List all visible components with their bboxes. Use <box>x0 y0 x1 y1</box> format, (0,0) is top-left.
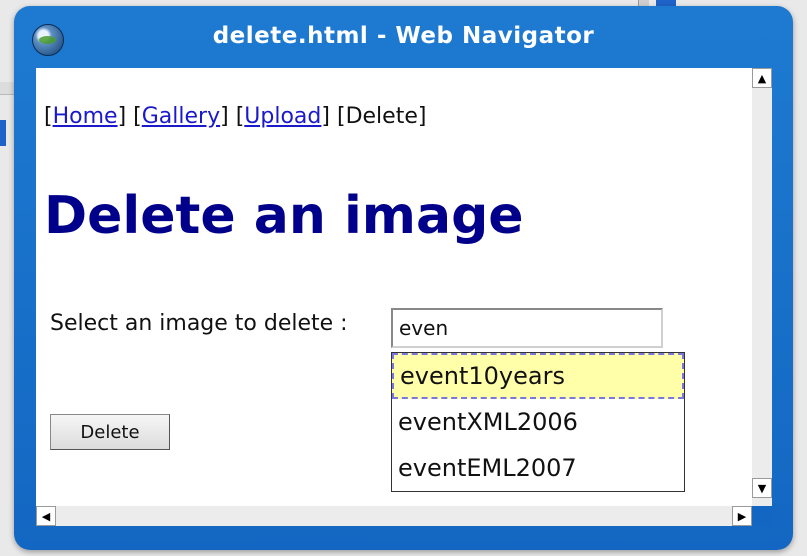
scroll-up-icon[interactable]: ▲ <box>752 68 772 88</box>
nav-current-delete: Delete <box>345 104 418 129</box>
delete-button[interactable]: Delete <box>50 414 170 450</box>
suggestion-item[interactable]: eventXML2006 <box>392 399 684 445</box>
bracket: [ <box>133 104 142 129</box>
suggestion-item[interactable]: eventEML2007 <box>392 445 684 491</box>
title-bar[interactable]: delete.html - Web Navigator <box>14 6 793 68</box>
bracket: ] <box>321 104 330 129</box>
bracket: ] <box>117 104 127 129</box>
scroll-down-icon[interactable]: ▼ <box>752 478 772 498</box>
bracket: [ <box>336 104 346 129</box>
autocomplete-list: event10years eventXML2006 eventEML2007 <box>391 352 685 492</box>
browser-window: delete.html - Web Navigator [Home] [Gall… <box>14 6 793 550</box>
scroll-right-icon[interactable]: ▶ <box>732 506 752 526</box>
bracket: ] <box>417 104 427 129</box>
vertical-scrollbar[interactable]: ▲ ▼ <box>752 68 772 506</box>
nav-link-upload[interactable]: Upload <box>244 104 321 129</box>
select-image-label: Select an image to delete : <box>50 311 348 336</box>
window-title: delete.html - Web Navigator <box>212 23 595 49</box>
bracket: ] <box>220 104 229 129</box>
bracket: [ <box>235 104 245 129</box>
nav-link-home[interactable]: Home <box>53 104 118 129</box>
scroll-left-icon[interactable]: ◀ <box>36 506 56 526</box>
suggestion-item[interactable]: event10years <box>392 353 684 399</box>
background-blue-fragment <box>0 120 6 146</box>
image-search-input[interactable] <box>391 308 663 348</box>
page-title: Delete an image <box>44 186 524 246</box>
page-content: [Home] [Gallery] [Upload] [Delete] Delet… <box>36 68 752 506</box>
scrollbar-corner <box>752 506 772 526</box>
horizontal-scrollbar[interactable]: ◀ ▶ <box>36 506 752 526</box>
bracket: [ <box>44 104 53 129</box>
nav-link-gallery[interactable]: Gallery <box>142 104 220 129</box>
breadcrumb-nav: [Home] [Gallery] [Upload] [Delete] <box>44 104 426 129</box>
